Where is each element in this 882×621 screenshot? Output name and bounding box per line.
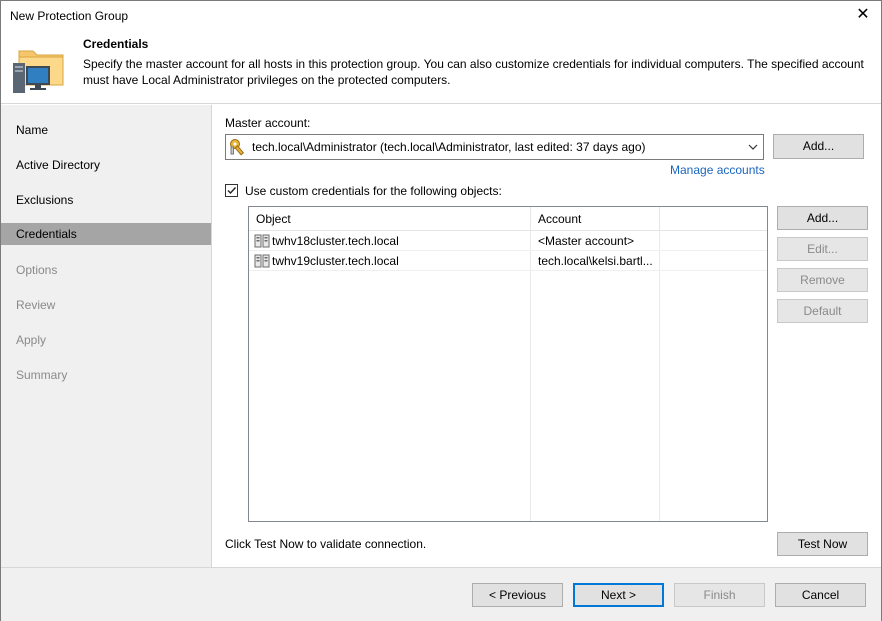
cancel-button[interactable]: Cancel [775,583,866,607]
sidebar-item-options: Options [16,263,58,277]
protection-group-icon [13,50,64,93]
table-header: Object Account [249,207,767,231]
master-account-dropdown[interactable]: tech.local\Administrator (tech.local\Adm… [225,134,764,160]
key-icon [230,139,245,156]
account-cell: <Master account> [538,234,635,248]
credentials-table[interactable]: Object Account twhv18cluster.tech.local … [248,206,768,522]
cluster-icon [254,234,270,248]
manage-accounts-link[interactable]: Manage accounts [670,163,765,177]
sidebar-item-name[interactable]: Name [1,119,211,141]
master-account-value: tech.local\Administrator (tech.local\Adm… [252,140,646,154]
finish-button[interactable]: Finish [674,583,765,607]
step-title: Credentials [83,37,149,51]
previous-button[interactable]: < Previous [472,583,563,607]
column-header-object[interactable]: Object [249,207,531,231]
default-credentials-button[interactable]: Default [777,299,868,323]
test-hint-text: Click Test Now to validate connection. [225,537,427,551]
close-icon[interactable]: ✕ [853,5,873,25]
checkmark-icon [227,187,237,195]
table-row[interactable]: twhv19cluster.tech.local tech.local\kels… [249,251,767,271]
remove-credentials-button[interactable]: Remove [777,268,868,292]
title-bar: New Protection Group ✕ [1,1,881,31]
window-title: New Protection Group [10,9,129,23]
sidebar-item-summary: Summary [16,368,68,382]
sidebar-item-review: Review [16,298,56,312]
sidebar-item-active-directory[interactable]: Active Directory [1,154,211,176]
wizard-steps-sidebar: Name Active Directory Exclusions Credent… [1,105,212,567]
add-credentials-button[interactable]: Add... [777,206,868,230]
wizard-footer: < Previous Next > Finish Cancel [1,567,881,621]
test-now-button[interactable]: Test Now [777,532,868,556]
add-master-account-button[interactable]: Add... [773,134,864,159]
sidebar-item-exclusions[interactable]: Exclusions [1,189,211,211]
step-header: Credentials Specify the master account f… [1,31,881,104]
wizard-window: New Protection Group ✕ Credentials Speci… [0,0,882,621]
cluster-icon [254,254,270,268]
edit-credentials-button[interactable]: Edit... [777,237,868,261]
table-row[interactable]: twhv18cluster.tech.local <Master account… [249,231,767,251]
chevron-down-icon[interactable] [747,141,759,153]
master-account-label: Master account: [225,116,311,130]
account-cell: tech.local\kelsi.bartl... [538,254,653,268]
step-description: Specify the master account for all hosts… [83,57,864,87]
step-content: Master account: tech.local\Administrator… [212,105,881,567]
custom-credentials-checkbox[interactable] [225,184,238,197]
sidebar-item-credentials[interactable]: Credentials [1,223,211,245]
next-button[interactable]: Next > [573,583,664,607]
object-cell: twhv18cluster.tech.local [272,234,399,248]
custom-credentials-label: Use custom credentials for the following… [245,184,502,198]
column-header-account[interactable]: Account [531,207,660,231]
object-cell: twhv19cluster.tech.local [272,254,399,268]
sidebar-item-apply: Apply [16,333,47,347]
